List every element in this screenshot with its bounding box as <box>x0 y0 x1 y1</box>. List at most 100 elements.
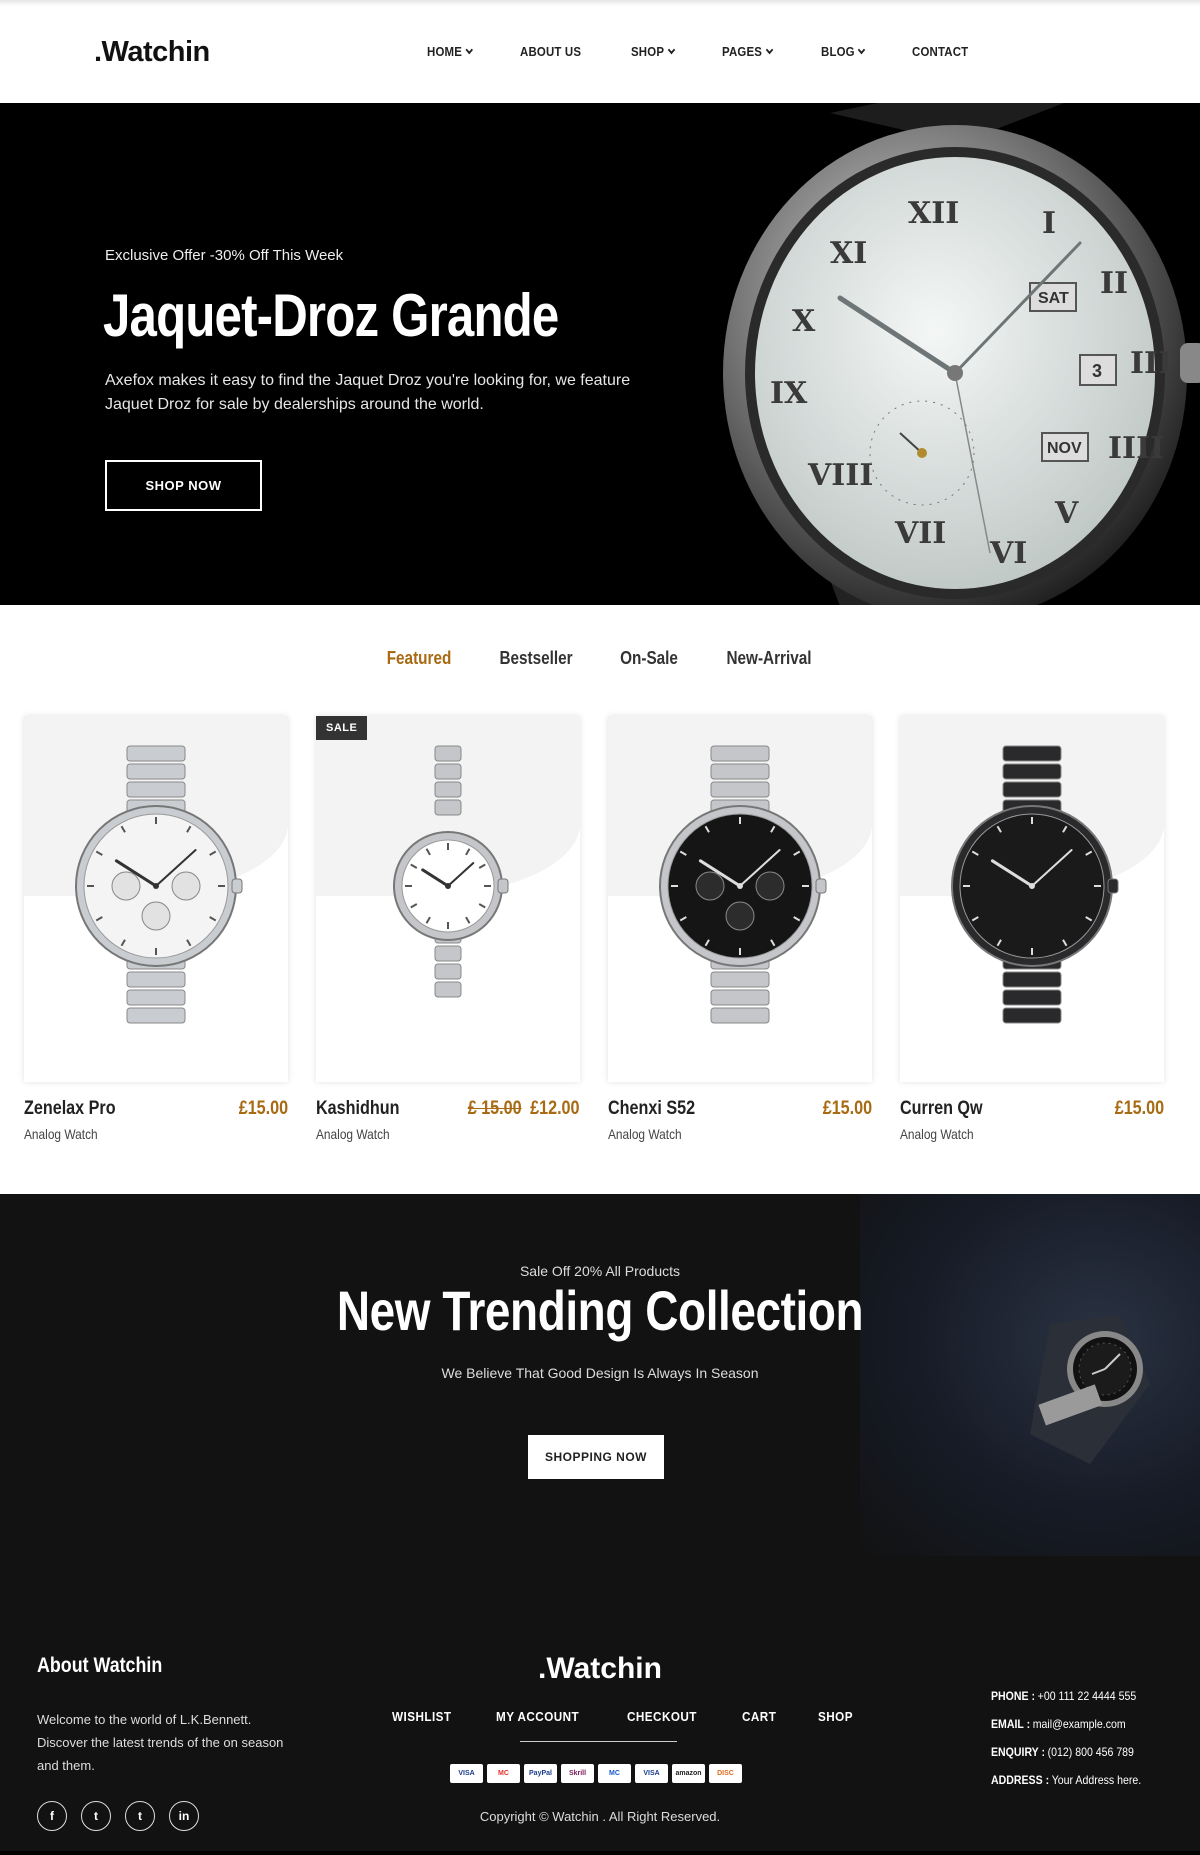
nav-home[interactable]: HOME <box>427 44 473 59</box>
watch-image <box>951 745 1119 1024</box>
nav-shop-label: SHOP <box>631 44 665 59</box>
contact-email-value[interactable]: mail@example.com <box>1033 1717 1126 1731</box>
contact-address-label: ADDRESS : <box>991 1773 1050 1787</box>
tab-on-sale[interactable]: On-Sale <box>620 648 678 669</box>
watch-image <box>75 745 243 1024</box>
trending-banner: Sale Off 20% All Products New Trending C… <box>0 1194 1200 1556</box>
nav-contact-label: CONTACT <box>911 44 969 59</box>
footer-link-wishlist[interactable]: WISHLIST <box>392 1709 451 1724</box>
shop-now-button[interactable]: SHOP NOW <box>105 460 262 511</box>
visa-electron-icon: VISA <box>635 1764 668 1783</box>
svg-text:V: V <box>1054 496 1079 531</box>
product-price: £15.00 <box>238 1098 288 1119</box>
contact-email-label: EMAIL : <box>991 1717 1031 1731</box>
product-image[interactable] <box>608 716 872 1082</box>
footer-link-shop[interactable]: SHOP <box>818 1709 853 1724</box>
nav-blog[interactable]: BLOG <box>820 44 866 59</box>
svg-text:I: I <box>1042 206 1056 241</box>
product-category: Analog Watch <box>900 1126 974 1142</box>
svg-text:XII: XII <box>908 196 959 231</box>
chevron-down-icon <box>765 45 773 55</box>
svg-text:VIII: VIII <box>807 458 873 493</box>
contact-enquiry-label: ENQUIRY : <box>991 1745 1045 1759</box>
product-price: £15.00 <box>1114 1098 1164 1119</box>
product-card[interactable]: Curren Qw £15.00 Analog Watch <box>900 716 1164 1142</box>
svg-text:VI: VI <box>989 536 1027 571</box>
nav-contact[interactable]: CONTACT <box>912 44 968 59</box>
product-grid: Zenelax Pro £15.00 Analog Watch SALE Kas… <box>24 716 1184 1142</box>
old-price: £ 15.00 <box>468 1098 523 1119</box>
tab-new-arrival[interactable]: New-Arrival <box>727 648 812 669</box>
nav-shop[interactable]: SHOP <box>631 44 676 59</box>
product-name[interactable]: Curren Qw <box>900 1098 983 1120</box>
product-card[interactable]: Chenxi S52 £15.00 Analog Watch <box>608 716 872 1142</box>
banner-subtitle: Sale Off 20% All Products <box>519 1263 681 1279</box>
site-logo[interactable]: .Watchin <box>94 36 210 69</box>
svg-text:II: II <box>1100 266 1128 301</box>
nav-blog-label: BLOG <box>820 44 855 59</box>
product-image[interactable]: SALE <box>316 716 580 1082</box>
product-category: Analog Watch <box>316 1126 390 1142</box>
visa-icon: VISA <box>450 1764 483 1783</box>
maestro-icon: MC <box>598 1764 631 1783</box>
contact-enquiry-value[interactable]: (012) 800 456 789 <box>1048 1745 1134 1759</box>
discover-icon: DISC <box>709 1764 742 1783</box>
watch-image <box>393 745 509 998</box>
contact-phone-value[interactable]: +00 111 22 4444 555 <box>1038 1689 1137 1703</box>
contact-enquiry: ENQUIRY : (012) 800 456 789 <box>991 1738 1141 1766</box>
banner-description: We Believe That Good Design Is Always In… <box>441 1365 759 1381</box>
product-category: Analog Watch <box>24 1126 98 1142</box>
banner-title: New Trending Collection <box>336 1279 864 1342</box>
product-card[interactable]: SALE Kashidhun £ 15.00 £12.00 Analog Watc… <box>316 716 580 1142</box>
hero-watch-image: XII I IIIII IIIIV VIVII VIIIIX XXI SAT 3 … <box>723 103 1200 605</box>
site-header: .Watchin HOME ABOUT US SHOP PAGES BLOG C… <box>0 0 1200 103</box>
nav-home-label: HOME <box>427 44 463 59</box>
nav-about-label: ABOUT US <box>519 44 581 59</box>
tab-bestseller[interactable]: Bestseller <box>499 648 572 669</box>
product-name[interactable]: Zenelax Pro <box>24 1098 116 1120</box>
watch-date-label: 3 <box>1092 361 1102 381</box>
svg-text:X: X <box>792 304 816 339</box>
watch-image <box>659 745 827 1024</box>
product-image[interactable] <box>24 716 288 1082</box>
payment-methods: VISA MC PayPal Skrill MC VISA amazon DIS… <box>450 1764 742 1783</box>
svg-text:IX: IX <box>770 376 808 411</box>
nav-about[interactable]: ABOUT US <box>520 44 581 59</box>
contact-email: EMAIL : mail@example.com <box>991 1710 1141 1738</box>
watch-day-label: SAT <box>1038 290 1069 307</box>
product-price: £ 15.00 £12.00 <box>468 1098 580 1120</box>
amazon-icon: amazon <box>672 1764 705 1783</box>
svg-text:XI: XI <box>830 236 867 271</box>
chevron-down-icon <box>667 45 676 55</box>
hero-offer-text: Exclusive Offer -30% Off This Week <box>105 247 344 264</box>
hero-banner: Exclusive Offer -30% Off This Week Jaque… <box>0 103 1200 605</box>
product-name[interactable]: Kashidhun <box>316 1098 399 1120</box>
sale-badge: SALE <box>316 716 368 740</box>
svg-text:VII: VII <box>894 516 946 551</box>
contact-phone: PHONE : +00 111 22 4444 555 <box>991 1682 1141 1710</box>
hero-description: Axefox makes it easy to find the Jaquet … <box>105 372 631 413</box>
svg-text:IIII: IIII <box>1108 431 1164 466</box>
nav-pages[interactable]: PAGES <box>721 44 773 59</box>
site-footer: About Watchin Welcome to the world of L.… <box>0 1556 1200 1855</box>
footer-logo[interactable]: .Watchin <box>0 1652 1200 1686</box>
footer-link-cart[interactable]: CART <box>742 1709 776 1724</box>
copyright-text: Copyright © Watchin . All Right Reserved… <box>479 1809 721 1824</box>
main-nav: HOME ABOUT US SHOP PAGES BLOG CONTACT <box>427 44 1018 59</box>
footer-about-text: Welcome to the world of L.K.Bennett. Dis… <box>37 1712 284 1773</box>
tab-featured[interactable]: Featured <box>387 648 452 669</box>
product-image[interactable] <box>900 716 1164 1082</box>
product-card[interactable]: Zenelax Pro £15.00 Analog Watch <box>24 716 288 1142</box>
footer-contact: PHONE : +00 111 22 4444 555 EMAIL : mail@e… <box>991 1682 1162 1794</box>
footer-link-checkout[interactable]: CHECKOUT <box>627 1709 697 1724</box>
product-tabs: Featured Bestseller On-Sale New-Arrival <box>0 648 1200 669</box>
nav-pages-label: PAGES <box>721 44 763 59</box>
product-price: £15.00 <box>822 1098 872 1119</box>
contact-address-value: Your Address here. <box>1051 1773 1142 1787</box>
watch-month-label: NOV <box>1047 440 1082 457</box>
footer-link-my-account[interactable]: MY ACCOUNT <box>496 1709 579 1724</box>
product-name[interactable]: Chenxi S52 <box>608 1098 695 1120</box>
contact-address: ADDRESS : Your Address here. <box>991 1766 1141 1794</box>
shopping-now-button[interactable]: SHOPPING NOW <box>528 1435 664 1479</box>
sale-price: £12.00 <box>530 1098 580 1119</box>
